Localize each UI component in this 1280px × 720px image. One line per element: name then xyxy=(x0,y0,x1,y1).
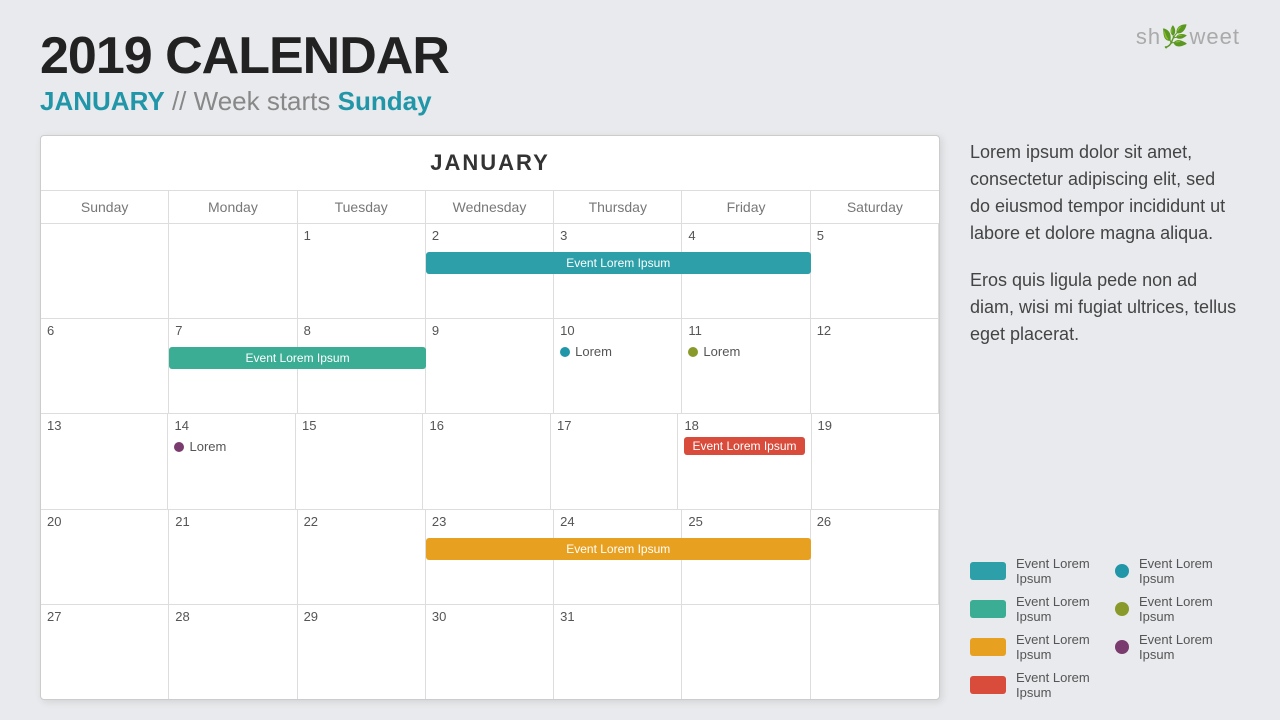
event-w3-red-label: Event Lorem Ipsum xyxy=(692,439,796,453)
main-title: 2019 CALENDAR xyxy=(40,30,1240,82)
cell-w4-mon: 21 xyxy=(169,510,297,604)
description-1: Lorem ipsum dolor sit amet, consectetur … xyxy=(970,139,1240,247)
event-w2-dot-olive-label: Lorem xyxy=(703,344,740,359)
legend-olive-dot-swatch xyxy=(1115,602,1129,616)
subtitle-mid: // Week starts xyxy=(172,86,338,116)
logo: sh🌿weet xyxy=(1136,24,1240,50)
event-w3-dot-purple: Lorem xyxy=(174,439,289,454)
cell-w3-wed: 16 xyxy=(423,414,551,508)
page: sh🌿weet 2019 CALENDAR JANUARY // Week st… xyxy=(0,0,1280,720)
cell-w3-tue: 15 xyxy=(296,414,423,508)
dot-olive-icon xyxy=(688,347,698,357)
cell-w2-sat: 12 xyxy=(811,319,939,413)
calendar-grid: Sunday Monday Tuesday Wednesday Thursday… xyxy=(41,191,939,699)
cell-w5-fri xyxy=(682,605,810,699)
description-2: Eros quis ligula pede non ad diam, wisi … xyxy=(970,267,1240,348)
cell-w1-tue: 1 xyxy=(298,224,426,318)
cell-w2-thu: 10 Lorem xyxy=(554,319,682,413)
legend-red: Event Lorem Ipsum xyxy=(970,670,1095,700)
week-3: 13 14 Lorem 15 16 17 18 xyxy=(41,414,939,509)
legend-red-label: Event Lorem Ipsum xyxy=(1016,670,1095,700)
event-w3-dot-purple-label: Lorem xyxy=(189,439,226,454)
legend-green-label: Event Lorem Ipsum xyxy=(1016,594,1095,624)
calendar-weeks: 1 2 3 4 5 Event Lorem Ipsum 6 7 xyxy=(41,224,939,699)
cell-w5-sat xyxy=(811,605,939,699)
legend-blue-dot: Event Lorem Ipsum xyxy=(1115,556,1240,586)
legend-red-swatch xyxy=(970,676,1006,694)
day-thursday: Thursday xyxy=(554,191,682,223)
cell-w1-sat: 5 xyxy=(811,224,939,318)
logo-sh: sh xyxy=(1136,24,1161,49)
legend-blue-dot-swatch xyxy=(1115,564,1129,578)
cell-w5-mon: 28 xyxy=(169,605,297,699)
event-w2-dot-blue: Lorem xyxy=(560,344,675,359)
cell-w4-sun: 20 xyxy=(41,510,169,604)
legend-green: Event Lorem Ipsum xyxy=(970,594,1095,624)
calendar-days-header: Sunday Monday Tuesday Wednesday Thursday… xyxy=(41,191,939,224)
legend-green-swatch xyxy=(970,600,1006,618)
week-1: 1 2 3 4 5 Event Lorem Ipsum xyxy=(41,224,939,319)
header: 2019 CALENDAR JANUARY // Week starts Sun… xyxy=(40,30,1240,117)
subtitle: JANUARY // Week starts Sunday xyxy=(40,86,1240,117)
cell-w3-mon: 14 Lorem xyxy=(168,414,296,508)
legend-purple-dot-swatch xyxy=(1115,640,1129,654)
right-panel: Lorem ipsum dolor sit amet, consectetur … xyxy=(970,135,1240,700)
event-w2-dot-olive: Lorem xyxy=(688,344,803,359)
legend-olive-dot: Event Lorem Ipsum xyxy=(1115,594,1240,624)
cell-w2-wed: 9 xyxy=(426,319,554,413)
legend-purple-dot: Event Lorem Ipsum xyxy=(1115,632,1240,662)
event-w2-dot-blue-label: Lorem xyxy=(575,344,612,359)
content-area: JANUARY Sunday Monday Tuesday Wednesday … xyxy=(40,135,1240,700)
cell-w4-sat: 26 xyxy=(811,510,939,604)
cell-w5-tue: 29 xyxy=(298,605,426,699)
cell-w2-fri: 11 Lorem xyxy=(682,319,810,413)
day-friday: Friday xyxy=(682,191,810,223)
calendar-container: JANUARY Sunday Monday Tuesday Wednesday … xyxy=(40,135,940,700)
dot-blue-icon xyxy=(560,347,570,357)
event-w1-teal-label: Event Lorem Ipsum xyxy=(566,256,670,270)
legend-purple-dot-label: Event Lorem Ipsum xyxy=(1139,632,1240,662)
cell-w5-thu: 31 xyxy=(554,605,682,699)
cell-w2-sun: 6 xyxy=(41,319,169,413)
cell-w3-fri: 18 Event Lorem Ipsum xyxy=(678,414,811,508)
cell-w1-mon xyxy=(169,224,297,318)
day-sunday: Sunday xyxy=(41,191,169,223)
legend-orange-swatch xyxy=(970,638,1006,656)
dot-purple-icon xyxy=(174,442,184,452)
cell-w3-sun: 13 xyxy=(41,414,168,508)
week-5: 27 28 29 30 31 xyxy=(41,605,939,699)
event-w4-orange: Event Lorem Ipsum xyxy=(426,538,811,560)
event-w4-orange-label: Event Lorem Ipsum xyxy=(566,542,670,556)
cell-w3-sat: 19 xyxy=(812,414,940,508)
calendar-month-header: JANUARY xyxy=(41,136,939,191)
day-tuesday: Tuesday xyxy=(298,191,426,223)
day-wednesday: Wednesday xyxy=(426,191,554,223)
cell-w3-thu: 17 xyxy=(551,414,678,508)
cell-w5-sun: 27 xyxy=(41,605,169,699)
logo-leaf: 🌿 xyxy=(1161,24,1189,49)
event-w2-green: Event Lorem Ipsum xyxy=(169,347,426,369)
week-4: 20 21 22 23 24 25 26 Event Lorem Ipsum xyxy=(41,510,939,605)
legend-orange-label: Event Lorem Ipsum xyxy=(1016,632,1095,662)
subtitle-january: JANUARY xyxy=(40,86,165,116)
legend-teal: Event Lorem Ipsum xyxy=(970,556,1095,586)
day-monday: Monday xyxy=(169,191,297,223)
cell-w4-tue: 22 xyxy=(298,510,426,604)
legend-blue-dot-label: Event Lorem Ipsum xyxy=(1139,556,1240,586)
event-w3-red: Event Lorem Ipsum xyxy=(684,437,804,455)
legend-teal-label: Event Lorem Ipsum xyxy=(1016,556,1095,586)
subtitle-sunday: Sunday xyxy=(338,86,432,116)
legend-orange: Event Lorem Ipsum xyxy=(970,632,1095,662)
cell-w1-sun xyxy=(41,224,169,318)
logo-weet: weet xyxy=(1190,24,1240,49)
event-w2-green-label: Event Lorem Ipsum xyxy=(246,351,350,365)
legend-area: Event Lorem Ipsum Event Lorem Ipsum Even… xyxy=(970,556,1240,700)
event-w1-teal: Event Lorem Ipsum xyxy=(426,252,811,274)
legend-olive-dot-label: Event Lorem Ipsum xyxy=(1139,594,1240,624)
day-saturday: Saturday xyxy=(811,191,939,223)
cell-w5-wed: 30 xyxy=(426,605,554,699)
legend-teal-swatch xyxy=(970,562,1006,580)
week-2: 6 7 8 9 10 Lorem 11 xyxy=(41,319,939,414)
